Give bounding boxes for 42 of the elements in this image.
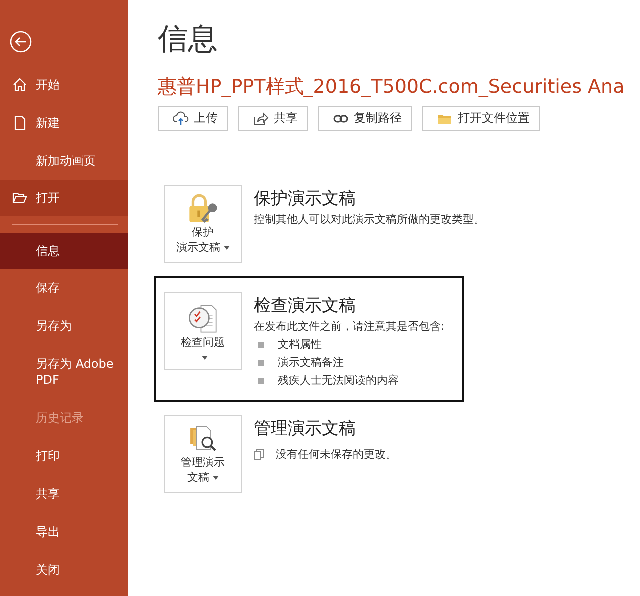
section-title: 保护演示文稿: [254, 188, 357, 211]
caret-icon: [202, 356, 208, 360]
section-title: 检查演示文稿: [254, 295, 357, 318]
cloud-upload-icon: [173, 110, 189, 126]
section-note: 没有任何未保存的更改。: [276, 447, 397, 462]
file-action-button[interactable]: 上传: [158, 106, 228, 131]
bullet-text: 演示文稿备注: [278, 355, 344, 371]
sidebar-item[interactable]: 共享: [0, 475, 128, 513]
file-action-button[interactable]: 打开文件位置: [422, 106, 540, 131]
sidebar-item[interactable]: 新建: [0, 104, 128, 142]
sidebar-item[interactable]: 另存为 Adobe PDF: [0, 345, 128, 399]
bullet-icon: [258, 378, 264, 384]
bullet-icon: [258, 342, 264, 348]
sidebar-item[interactable]: 信息: [0, 233, 128, 269]
sidebar-item[interactable]: 新加动画页: [0, 142, 128, 180]
bullet-icon: [258, 360, 264, 366]
sidebar-item[interactable]: 另存为: [0, 307, 128, 345]
sidebar-item[interactable]: 打开: [0, 180, 128, 216]
file-action-button[interactable]: 共享: [238, 106, 308, 131]
sidebar-item[interactable]: 保存: [0, 269, 128, 307]
sidebar-item[interactable]: 关闭: [0, 551, 128, 589]
section-title: 管理演示文稿: [254, 418, 357, 441]
home-icon: [12, 77, 28, 93]
section-description: 控制其他人可以对此演示文稿所做的更改类型。: [254, 212, 485, 228]
folder-icon: [12, 190, 28, 206]
sidebar-item[interactable]: 开始: [0, 66, 128, 104]
section-button[interactable]: 管理演示 文稿: [164, 415, 242, 493]
section-description: 在发布此文件之前，请注意其是否包含:: [254, 319, 445, 335]
caret-icon: [212, 476, 218, 480]
page-icon: [12, 115, 28, 131]
documents-icon: [254, 448, 266, 460]
share-icon: [253, 110, 269, 126]
file-name: 惠普HP_PPT样式_2016_T500C.com_Securities Ana: [158, 75, 626, 100]
bullet-text: 残疾人士无法阅读的内容: [278, 373, 399, 389]
page-title: 信息: [158, 21, 219, 59]
sidebar-item[interactable]: 导出: [0, 513, 128, 551]
file-action-button[interactable]: 复制路径: [318, 106, 412, 131]
sidebar-item[interactable]: 打印: [0, 437, 128, 475]
section-button[interactable]: 检查问题: [164, 292, 242, 370]
bullet-text: 文档属性: [278, 337, 322, 353]
caret-icon: [224, 246, 230, 250]
section-button[interactable]: 保护 演示文稿: [164, 185, 242, 263]
